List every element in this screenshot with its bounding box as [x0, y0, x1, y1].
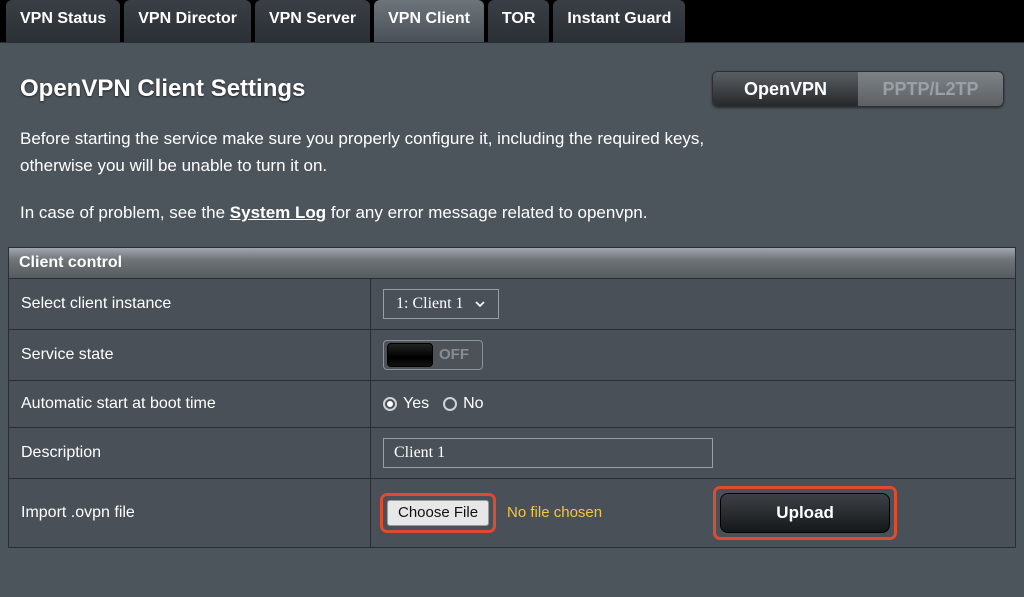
- toggle-off-label: OFF: [439, 346, 469, 363]
- protocol-switch: OpenVPN PPTP/L2TP: [712, 71, 1004, 107]
- settings-panel: OpenVPN Client Settings OpenVPN PPTP/L2T…: [0, 42, 1024, 597]
- page-title: OpenVPN Client Settings: [20, 75, 305, 103]
- tab-bar: VPN Status VPN Director VPN Server VPN C…: [0, 0, 1024, 42]
- segment-pptp-l2tp[interactable]: PPTP/L2TP: [858, 72, 1003, 106]
- radio-unchecked-icon: [443, 397, 457, 411]
- client-instance-value: 1: Client 1: [396, 295, 464, 313]
- system-log-link[interactable]: System Log: [230, 203, 326, 222]
- label-import-ovpn: Import .ovpn file: [9, 479, 371, 547]
- toggle-knob: [387, 343, 433, 367]
- intro-text: Before starting the service make sure yo…: [0, 117, 1024, 227]
- intro-line-3b: for any error message related to openvpn…: [326, 203, 647, 222]
- file-status-text: No file chosen: [507, 504, 602, 521]
- autostart-no-label: No: [463, 395, 483, 413]
- tab-vpn-status[interactable]: VPN Status: [6, 0, 120, 42]
- chevron-down-icon: [474, 298, 486, 310]
- row-description: Description: [9, 427, 1015, 478]
- row-service-state: Service state OFF: [9, 329, 1015, 380]
- upload-button[interactable]: Upload: [720, 493, 890, 533]
- label-service-state: Service state: [9, 330, 371, 380]
- choose-file-button[interactable]: Choose File: [387, 500, 489, 526]
- label-auto-start: Automatic start at boot time: [9, 381, 371, 427]
- label-select-instance: Select client instance: [9, 279, 371, 329]
- autostart-yes-label: Yes: [403, 395, 429, 413]
- service-state-toggle[interactable]: OFF: [383, 340, 483, 370]
- client-control-table: Client control Select client instance 1:…: [8, 247, 1016, 548]
- table-header: Client control: [9, 248, 1015, 278]
- intro-line-1: Before starting the service make sure yo…: [20, 125, 1004, 152]
- intro-line-2: otherwise you will be unable to turn it …: [20, 152, 1004, 179]
- row-import-ovpn: Import .ovpn file Choose File No file ch…: [9, 478, 1015, 547]
- tab-tor[interactable]: TOR: [488, 0, 549, 42]
- tab-instant-guard[interactable]: Instant Guard: [553, 0, 685, 42]
- intro-line-3a: In case of problem, see the: [20, 203, 230, 222]
- row-select-instance: Select client instance 1: Client 1: [9, 278, 1015, 329]
- description-input[interactable]: [383, 438, 713, 468]
- row-auto-start: Automatic start at boot time Yes No: [9, 380, 1015, 427]
- tab-vpn-server[interactable]: VPN Server: [255, 0, 370, 42]
- segment-openvpn[interactable]: OpenVPN: [713, 72, 858, 106]
- tab-vpn-director[interactable]: VPN Director: [124, 0, 251, 42]
- autostart-yes-radio[interactable]: Yes: [383, 395, 429, 413]
- tab-vpn-client[interactable]: VPN Client: [374, 0, 484, 42]
- autostart-no-radio[interactable]: No: [443, 395, 483, 413]
- label-description: Description: [9, 428, 371, 478]
- radio-checked-icon: [383, 397, 397, 411]
- client-instance-select[interactable]: 1: Client 1: [383, 289, 499, 319]
